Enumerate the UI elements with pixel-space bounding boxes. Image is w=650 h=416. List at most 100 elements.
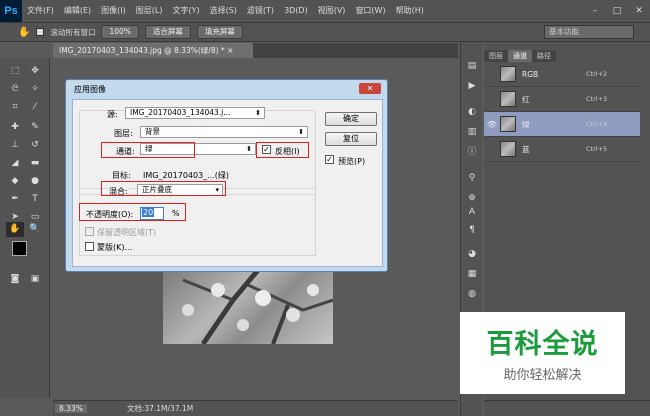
adjustments-panel-icon[interactable]: ◐ (465, 106, 479, 119)
hand-tool-icon: ✋ (18, 26, 31, 38)
channel-shortcut: Ctrl+3 (586, 95, 608, 103)
menu-image[interactable]: 图像(I) (96, 0, 131, 22)
panel-footer (484, 400, 650, 416)
crop-tool-icon[interactable]: ⌗ (6, 100, 24, 114)
highlight-opacity (79, 203, 186, 221)
fit-screen-button[interactable]: 适合屏幕 (144, 25, 191, 39)
marquee-tool-icon[interactable]: ⬚ (6, 64, 24, 78)
preview-checkbox[interactable]: ✓ (325, 155, 334, 164)
chevron-down-icon: ⬍ (298, 128, 304, 136)
layer-value: 背景 (145, 127, 160, 136)
maximize-button[interactable]: □ (606, 0, 628, 22)
brush-tool-icon[interactable]: ✎ (26, 120, 44, 134)
photoshop-logo: Ps (0, 0, 22, 22)
eyedropper-icon[interactable]: ⁄ (26, 100, 44, 114)
foreground-color-swatch[interactable] (12, 241, 27, 256)
menu-select[interactable]: 选择(S) (205, 0, 242, 22)
pen-tool-icon[interactable]: ✒ (6, 192, 24, 206)
close-icon[interactable]: ✕ (359, 83, 381, 94)
channel-name: RGB (522, 69, 539, 79)
healing-brush-icon[interactable]: ✚ (6, 120, 24, 134)
swatches-panel-icon[interactable]: ▦ (465, 268, 479, 281)
zoom-level[interactable]: 8.33% (55, 404, 87, 413)
menu-help[interactable]: 帮助(H) (391, 0, 429, 22)
dialog-title: 应用图像 (74, 85, 106, 94)
source-select[interactable]: IMG_20170403_134043.j... ⬍ (125, 107, 265, 119)
branch-photo-graphic (182, 270, 333, 344)
tab-paths[interactable]: 路径 (532, 50, 556, 62)
highlight-blend (101, 181, 226, 196)
close-button[interactable]: ✕ (628, 0, 650, 22)
minimize-button[interactable]: – (584, 0, 606, 22)
menu-edit[interactable]: 编辑(E) (59, 0, 96, 22)
workspace-select[interactable]: 基本功能 (544, 25, 634, 39)
mask-label: 蒙版(K)... (97, 243, 133, 252)
menu-layer[interactable]: 图层(L) (131, 0, 168, 22)
info-panel-icon[interactable]: ⓘ (465, 146, 479, 159)
styles-panel-icon[interactable]: ◍ (465, 288, 479, 301)
status-doc-size: 文档:37.1M/37.1M (126, 404, 194, 413)
gradient-tool-icon[interactable]: ▬ (26, 156, 44, 170)
zoom-100-button[interactable]: 100% (101, 25, 139, 39)
ok-button[interactable]: 确定 (325, 112, 377, 126)
scroll-all-checkbox[interactable] (36, 28, 45, 36)
history-panel-icon[interactable]: ▤ (465, 60, 479, 73)
paragraph-panel-icon[interactable]: ¶ (465, 224, 479, 237)
menu-window[interactable]: 窗口(W) (350, 0, 390, 22)
hand-tool-icon[interactable]: ✋ (6, 222, 24, 237)
menu-type[interactable]: 文字(Y) (167, 0, 204, 22)
clone-stamp-icon[interactable]: ⊥ (6, 138, 24, 152)
eraser-tool-icon[interactable]: ◢ (6, 156, 24, 170)
actions-panel-icon[interactable]: ▶ (465, 80, 479, 93)
lasso-tool-icon[interactable]: ᘓ (6, 82, 24, 96)
channel-name: 绿 (522, 119, 530, 129)
reset-button[interactable]: 复位 (325, 132, 377, 146)
tab-layers[interactable]: 图层 (484, 50, 508, 62)
layer-select[interactable]: 背景 ⬍ (140, 126, 308, 138)
channel-thumbnail (500, 141, 516, 157)
type-tool-icon[interactable]: T (26, 192, 44, 206)
fill-screen-button[interactable]: 填充屏幕 (196, 25, 243, 39)
target-label: 目标: (112, 171, 131, 180)
magic-wand-icon[interactable]: ✧ (26, 82, 44, 96)
channel-thumbnail (500, 66, 516, 82)
status-bar: 8.33% 文档:37.1M/37.1M (53, 400, 458, 416)
quick-mask-icon[interactable]: ◙ (6, 272, 24, 286)
menu-view[interactable]: 视图(V) (313, 0, 351, 22)
brush-panel-icon[interactable]: ⚲ (465, 172, 479, 185)
channel-row-rgb[interactable]: RGB Ctrl+2 (484, 62, 640, 87)
menu-3d[interactable]: 3D(D) (279, 0, 313, 22)
channel-thumbnail (500, 116, 516, 132)
tab-channels[interactable]: 通道 (508, 50, 532, 62)
move-tool-icon[interactable]: ✥ (26, 64, 44, 78)
chevron-down-icon: ⬍ (246, 145, 252, 153)
watermark-title: 百科全说 (486, 329, 599, 360)
channel-row-green[interactable]: 👁 绿 Ctrl+4 (484, 112, 640, 137)
screen-mode-icon[interactable]: ▣ (26, 272, 44, 286)
window-controls: – □ ✕ (584, 0, 650, 22)
document-tab-title: IMG_20170403_134043.jpg @ 8.33%(绿/8) * (59, 46, 225, 55)
character-panel-icon[interactable]: A (465, 206, 479, 219)
preview-label: 预览(P) (338, 157, 366, 166)
watermark-subtitle: 助你轻松解决 (503, 368, 582, 383)
clone-source-icon[interactable]: ⊕ (465, 192, 479, 205)
tab-close-icon[interactable]: × (227, 46, 233, 55)
dodge-tool-icon[interactable]: ● (26, 174, 44, 188)
blur-tool-icon[interactable]: ◆ (6, 174, 24, 188)
channel-row-blue[interactable]: 蓝 Ctrl+5 (484, 137, 640, 162)
history-brush-icon[interactable]: ↺ (26, 138, 44, 152)
source-value: IMG_20170403_134043.j... (130, 108, 231, 117)
color-panel-icon[interactable]: ◕ (465, 248, 479, 261)
mask-checkbox[interactable] (85, 242, 94, 251)
document-tab[interactable]: IMG_20170403_134043.jpg @ 8.33%(绿/8) * × (53, 43, 253, 58)
properties-panel-icon[interactable]: ▥ (465, 126, 479, 139)
channel-row-red[interactable]: 红 Ctrl+3 (484, 87, 640, 112)
zoom-tool-icon[interactable]: 🔍 (26, 222, 44, 236)
menu-filter[interactable]: 滤镜(T) (242, 0, 279, 22)
preserve-transparency-checkbox[interactable] (85, 227, 94, 236)
channel-name: 蓝 (522, 144, 530, 154)
menu-file[interactable]: 文件(F) (22, 0, 59, 22)
eye-icon[interactable]: 👁 (484, 120, 500, 129)
document-image[interactable] (163, 270, 333, 344)
channel-shortcut: Ctrl+2 (586, 70, 608, 78)
